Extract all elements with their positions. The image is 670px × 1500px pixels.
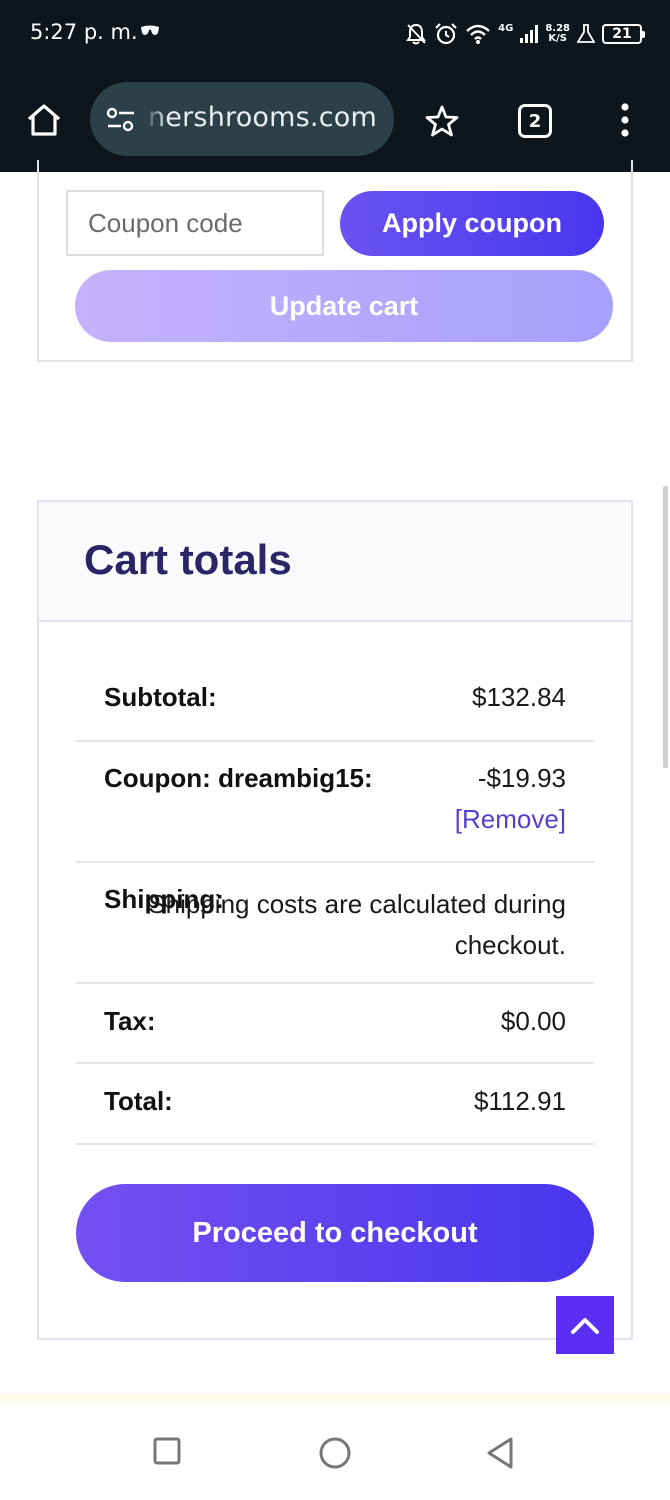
home-button[interactable]	[318, 1436, 352, 1473]
tab-switcher-icon[interactable]: 2	[518, 104, 552, 138]
tab-count: 2	[528, 110, 542, 132]
browser-toolbar: nershrooms.com 2	[0, 68, 670, 172]
back-triangle-icon	[487, 1437, 513, 1469]
shipping-value: Shipping costs are calculated during che…	[148, 889, 566, 960]
scroll-to-top-button[interactable]	[556, 1296, 614, 1354]
flask-lab-icon	[577, 24, 595, 43]
wifi-icon	[466, 24, 490, 44]
status-time: 5:27 p. m.	[30, 20, 138, 44]
battery-icon: 21	[602, 24, 645, 44]
chevron-up-icon	[571, 1318, 599, 1334]
subtotal-label: Subtotal:	[104, 682, 217, 712]
home-circle-icon	[319, 1437, 351, 1469]
status-bar: 5:27 p. m. 4G 8.28 K/S 21	[0, 0, 670, 68]
network-speed: 8.28 K/S	[545, 23, 570, 44]
proceed-to-checkout-button[interactable]: Proceed to checkout	[76, 1184, 594, 1282]
alarm-clock-icon	[435, 23, 457, 45]
row-divider	[76, 982, 594, 984]
home-icon[interactable]	[26, 103, 62, 137]
row-divider	[76, 1062, 594, 1064]
back-button[interactable]	[484, 1436, 516, 1473]
tax-value: $0.00	[500, 1006, 566, 1036]
row-divider	[76, 1143, 594, 1145]
row-divider	[76, 861, 594, 863]
recents-button[interactable]	[152, 1436, 182, 1469]
url-text[interactable]: nershrooms.com	[148, 102, 377, 133]
page-scrollbar[interactable]	[663, 486, 668, 768]
incognito-glasses-icon	[141, 25, 159, 35]
tax-label: Tax:	[104, 1006, 156, 1036]
site-settings-icon[interactable]	[106, 107, 136, 133]
address-bar[interactable]: nershrooms.com	[90, 82, 394, 156]
total-value: $112.91	[473, 1086, 566, 1116]
row-divider	[76, 740, 594, 742]
network-type: 4G	[498, 22, 514, 34]
recents-square-icon	[153, 1437, 181, 1465]
coupon-label: Coupon: dreambig15:	[104, 763, 373, 793]
battery-level: 21	[612, 26, 632, 42]
subtotal-value: $132.84	[472, 682, 566, 712]
cell-signal-icon	[520, 25, 539, 43]
page-footer-edge	[0, 1394, 670, 1408]
coupon-discount-value: -$19.93	[477, 763, 566, 793]
bookmark-star-icon[interactable]	[425, 104, 459, 138]
coupon-code-input[interactable]	[66, 190, 324, 256]
system-navigation-bar	[0, 1408, 670, 1500]
total-label: Total:	[104, 1086, 173, 1116]
apply-coupon-button[interactable]: Apply coupon	[340, 191, 604, 256]
update-cart-button[interactable]: Update cart	[75, 270, 613, 342]
cart-totals-title: Cart totals	[84, 536, 292, 583]
remove-coupon-link[interactable]: [Remove]	[455, 804, 566, 835]
status-icons: 4G 8.28 K/S 21	[405, 18, 645, 50]
overflow-menu-icon[interactable]	[616, 102, 634, 138]
notifications-off-icon	[406, 23, 427, 45]
